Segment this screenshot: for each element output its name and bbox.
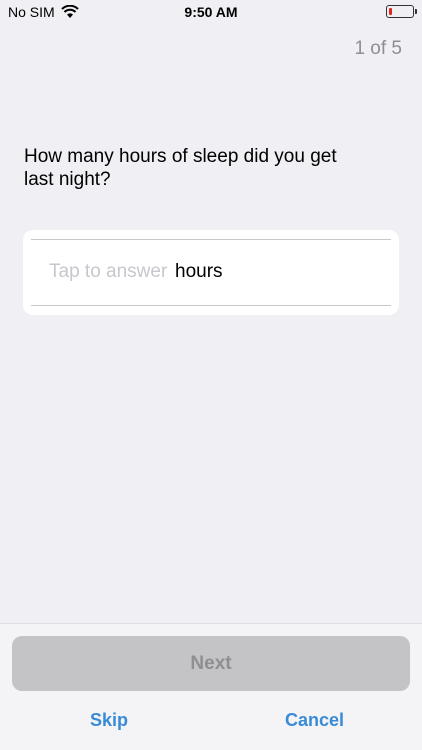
divider — [31, 305, 391, 306]
battery-icon — [386, 5, 417, 18]
unit-label: hours — [175, 261, 223, 282]
footer: Next Skip Cancel — [0, 623, 422, 750]
cancel-button[interactable]: Cancel — [285, 710, 344, 731]
battery-level — [389, 8, 392, 15]
question-text: How many hours of sleep did you get last… — [24, 146, 337, 190]
skip-button[interactable]: Skip — [90, 710, 128, 731]
next-button[interactable]: Next — [12, 636, 410, 691]
status-bar: No SIM 9:50 AM — [0, 0, 422, 24]
divider — [31, 239, 391, 240]
hours-input[interactable] — [49, 261, 171, 283]
status-time: 9:50 AM — [184, 4, 238, 20]
answer-row: hours — [49, 261, 223, 283]
answer-card: hours — [23, 230, 399, 315]
step-progress: 1 of 5 — [354, 38, 402, 59]
